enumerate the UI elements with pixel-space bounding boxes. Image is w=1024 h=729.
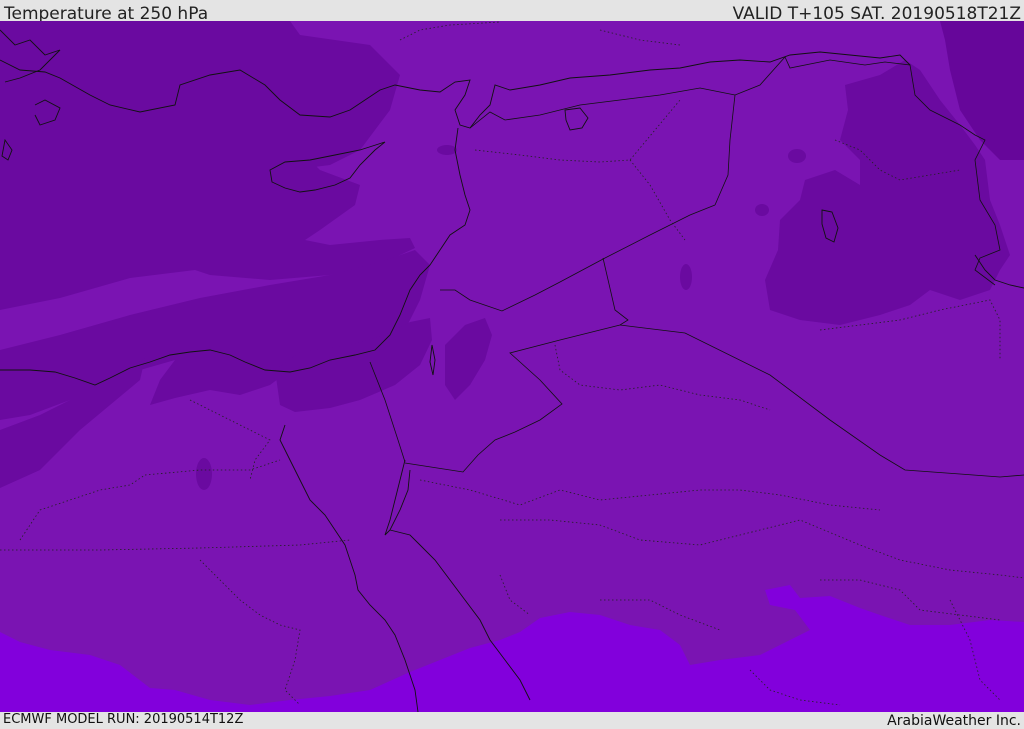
model-run: ECMWF MODEL RUN: 20190514T12Z: [3, 712, 244, 727]
cold-blob-1: [680, 264, 692, 290]
cold-blob-2: [755, 204, 769, 216]
map-canvas: [0, 21, 1024, 712]
cold-blob-5: [437, 145, 457, 155]
cold-blob-4: [196, 458, 212, 490]
cold-blob-3: [788, 149, 806, 163]
credit: ArabiaWeather Inc.: [887, 713, 1021, 729]
temperature-map[interactable]: [0, 21, 1024, 712]
